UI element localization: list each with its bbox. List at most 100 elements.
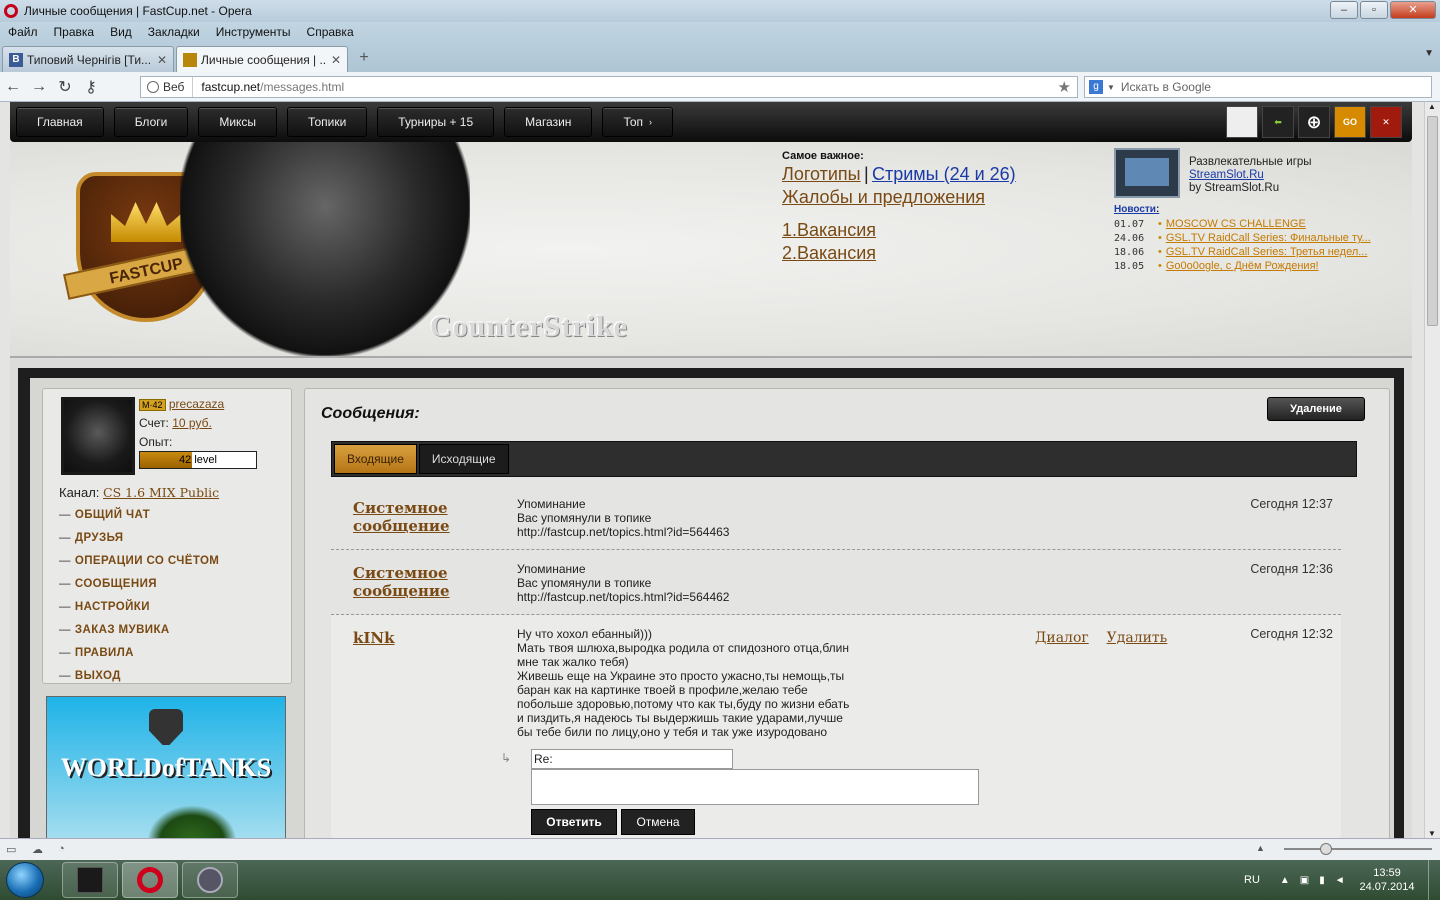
zoom-menu-icon[interactable]: ▲	[1256, 843, 1265, 853]
news-link[interactable]: GSL.TV RaidCall Series: Финальные ту...	[1166, 232, 1371, 244]
menu-item-logout[interactable]: — ВЫХОД	[59, 670, 219, 693]
cloud-icon[interactable]: ☁	[32, 843, 52, 857]
link-logos[interactable]: Логотипы	[782, 164, 861, 185]
menu-item-chat[interactable]: — ОБЩИЙ ЧАТ	[59, 509, 219, 532]
clock[interactable]: 13:59 24.07.2014	[1350, 866, 1424, 894]
menu-help[interactable]: Справка	[307, 25, 354, 39]
dialog-link[interactable]: Диалог	[1035, 630, 1089, 646]
scroll-up-icon[interactable]: ▲	[1428, 102, 1436, 111]
search-field[interactable]: g ▼ Искать в Google	[1084, 76, 1432, 98]
promo-line: Развлекательные игры	[1189, 156, 1312, 168]
start-button[interactable]	[6, 862, 44, 898]
balance-link[interactable]: 10 руб.	[172, 416, 212, 430]
new-tab-icon[interactable]: +	[354, 48, 374, 68]
minimize-button[interactable]: –	[1330, 1, 1358, 19]
menu-item-friends[interactable]: — ДРУЗЬЯ	[59, 532, 219, 555]
taskbar-app-1[interactable]	[62, 862, 118, 898]
nav-blogs[interactable]: Блоги	[113, 107, 189, 137]
maximize-button[interactable]: ▫	[1360, 1, 1388, 19]
news-heading-label[interactable]: Новости	[1114, 204, 1156, 215]
reply-subject-input[interactable]: Re:	[531, 749, 733, 769]
delete-button[interactable]: Удаление	[1267, 397, 1365, 421]
nav-shop[interactable]: Магазин	[504, 107, 593, 137]
news-date: 18.06	[1114, 247, 1145, 258]
google-icon[interactable]: g	[1089, 80, 1103, 94]
menu-tools[interactable]: Инструменты	[216, 25, 291, 39]
forward-icon[interactable]: →	[26, 78, 52, 96]
nav-home[interactable]: Главная	[16, 107, 104, 137]
signal-icon[interactable]: ▮	[1319, 875, 1325, 886]
message-sender-link[interactable]: Системное сообщение	[353, 499, 483, 535]
scrollbar-thumb[interactable]	[1427, 116, 1438, 326]
zoom-knob[interactable]	[1320, 843, 1332, 855]
volume-icon[interactable]: ◄	[1335, 875, 1345, 886]
message-sender-link[interactable]: Системное сообщение	[353, 564, 483, 600]
crosshair-icon[interactable]: ⊕	[1298, 106, 1330, 138]
tv-icon[interactable]	[1114, 148, 1180, 198]
news-link[interactable]: MOSCOW CS CHALLENGE	[1166, 218, 1306, 230]
link-job-1[interactable]: 1.Вакансия	[782, 220, 876, 241]
key-icon[interactable]: ⚷	[78, 77, 104, 97]
delete-link[interactable]: Удалить	[1107, 630, 1168, 646]
close-button[interactable]: ✕	[1390, 1, 1436, 19]
menu-file[interactable]: Файл	[8, 25, 38, 39]
link-streams[interactable]: Стримы (24 и 26)	[872, 164, 1016, 185]
channel-link[interactable]: CS 1.6 MIX Public	[103, 485, 219, 500]
menu-edit[interactable]: Правка	[54, 25, 95, 39]
menu-item-account-ops[interactable]: — ОПЕРАЦИИ СО СЧЁТОМ	[59, 555, 219, 578]
csgo-icon[interactable]: GO	[1334, 106, 1366, 138]
tab-messages[interactable]: Личные сообщения | ... ✕	[176, 46, 348, 72]
tab-close-icon[interactable]: ✕	[331, 53, 341, 67]
cancel-reply-button[interactable]: Отмена	[621, 809, 695, 835]
scroll-down-icon[interactable]: ▼	[1428, 829, 1436, 838]
arrow-icon[interactable]: ⬅	[1262, 106, 1294, 138]
show-hidden-icons-icon[interactable]: ▲	[1280, 875, 1290, 886]
avatar[interactable]	[61, 397, 135, 475]
promo-link[interactable]: StreamSlot.Ru	[1189, 169, 1264, 181]
url-text: fastcup.net/messages.html	[193, 80, 344, 94]
address-field[interactable]: Веб fastcup.net/messages.html ★	[140, 76, 1078, 98]
tab-close-icon[interactable]: ✕	[157, 53, 167, 67]
world-of-tanks-ad[interactable]: WORLDofTANKS	[46, 696, 286, 838]
network-icon[interactable]: ▣	[1300, 875, 1309, 886]
taskbar-app-3[interactable]	[182, 862, 238, 898]
show-desktop-button[interactable]	[1428, 860, 1440, 900]
username-link[interactable]: precazaza	[169, 397, 224, 411]
zoom-slider[interactable]: ▲	[1256, 843, 1432, 855]
link-complaints[interactable]: Жалобы и предложения	[782, 187, 985, 208]
language-indicator[interactable]: RU	[1244, 874, 1260, 886]
menu-item-messages[interactable]: — СООБЩЕНИЯ	[59, 578, 219, 601]
cs-icon[interactable]	[1226, 106, 1258, 138]
message-sender-link[interactable]: kINk	[353, 629, 483, 647]
panel-toggle-icon[interactable]: ▭	[6, 843, 26, 857]
nav-topics[interactable]: Топики	[287, 107, 368, 137]
news-date: 18.05	[1114, 261, 1145, 272]
news-link[interactable]: GSL.TV RaidCall Series: Третья недел...	[1166, 246, 1368, 258]
menu-bookmarks[interactable]: Закладки	[148, 25, 200, 39]
tv-screen	[1125, 158, 1169, 186]
send-reply-button[interactable]: Ответить	[531, 809, 617, 835]
tab-outbox[interactable]: Исходящие	[418, 444, 509, 474]
dota-icon[interactable]: ✕	[1370, 106, 1402, 138]
reload-icon[interactable]: ↻	[52, 77, 78, 97]
nav-tournaments[interactable]: Турниры + 15	[377, 107, 495, 137]
nav-top[interactable]: Топ ›	[602, 107, 674, 137]
back-icon[interactable]: ←	[0, 78, 26, 96]
search-engine-dropdown-icon[interactable]: ▼	[1107, 83, 1115, 92]
menu-view[interactable]: Вид	[110, 25, 132, 39]
menu-item-rules[interactable]: — ПРАВИЛА	[59, 647, 219, 670]
page-scrollbar[interactable]: ▲ ▼	[1424, 102, 1440, 838]
menu-item-settings[interactable]: — НАСТРОЙКИ	[59, 601, 219, 624]
reply-textarea[interactable]	[531, 769, 979, 805]
bookmark-star-icon[interactable]: ★	[1058, 78, 1071, 96]
tab-inbox[interactable]: Входящие	[334, 444, 417, 474]
news-link[interactable]: Go0o0ogle, с Днём Рождения!	[1166, 260, 1319, 272]
speed-dial-icon[interactable]: ◔	[58, 843, 78, 857]
link-job-2[interactable]: 2.Вакансия	[782, 243, 876, 264]
nav-mixes[interactable]: Миксы	[198, 107, 278, 137]
tab-chernihiv[interactable]: В Типовий Чернігів [Ти... ✕	[2, 46, 174, 72]
taskbar-opera[interactable]	[122, 862, 178, 898]
tab-menu-chevron-icon[interactable]: ▼	[1424, 48, 1434, 59]
menu-item-movie-order[interactable]: — ЗАКАЗ МУВИКА	[59, 624, 219, 647]
site-info-badge[interactable]: Веб	[141, 77, 194, 97]
